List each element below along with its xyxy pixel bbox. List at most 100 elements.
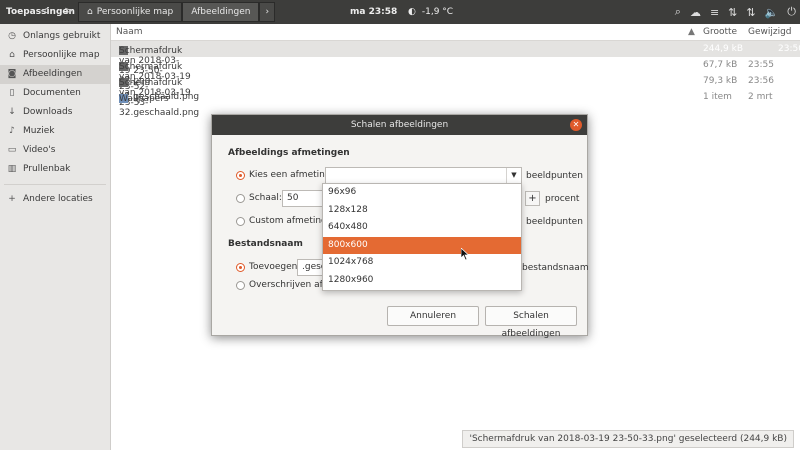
unit-pixels: beeldpunten xyxy=(526,217,583,227)
radio-overwrite[interactable] xyxy=(236,280,245,290)
sidebar-item-label: Video's xyxy=(23,145,56,155)
sidebar-item-label: Persoonlijke map xyxy=(23,50,100,60)
dropdown-option[interactable]: 96x96 xyxy=(323,184,521,202)
back-icon[interactable]: < xyxy=(40,4,49,17)
mouse-cursor-icon xyxy=(461,248,469,260)
sidebar-divider xyxy=(4,184,106,185)
unit-pixels: beeldpunten xyxy=(526,171,583,181)
table-row[interactable]: Schermafdruk van 2018-03-19 23-50-33.png… xyxy=(111,41,800,86)
sidebar-item-other-locations[interactable]: + Andere locaties xyxy=(0,190,110,209)
temperature: -1,9 °C xyxy=(421,7,454,17)
table-row[interactable]: Schermafdruk van 2018-03-19 23-53-32.ges… xyxy=(111,73,800,118)
option-label: Custom afmeting: xyxy=(249,216,330,226)
sidebar-item-label: Afbeeldingen xyxy=(23,69,83,79)
cloud-icon[interactable]: ☁ xyxy=(690,6,701,19)
sidebar: ◷ Onlangs gebruikt ⌂ Persoonlijke map ◙ … xyxy=(0,24,111,450)
option-label: Toevoegen xyxy=(249,262,298,272)
sidebar-item-home[interactable]: ⌂ Persoonlijke map xyxy=(0,46,110,65)
sidebar-item-recent[interactable]: ◷ Onlangs gebruikt xyxy=(0,27,110,46)
dropdown-option[interactable]: 1280x960 xyxy=(323,272,521,290)
breadcrumb-pictures-label: Afbeeldingen xyxy=(191,7,251,17)
file-modified: 23:55 xyxy=(748,60,774,70)
dropdown-option[interactable]: 640x480 xyxy=(323,219,521,237)
increase-button[interactable]: + xyxy=(525,191,540,206)
breadcrumb-home[interactable]: ⌂ Persoonlijke map xyxy=(78,2,183,22)
option-append[interactable]: Toevoegen xyxy=(236,262,297,272)
download-icon: ↓ xyxy=(8,107,16,117)
breadcrumb-home-label: Persoonlijke map xyxy=(96,7,174,17)
scale-images-button[interactable]: Schalen afbeeldingen xyxy=(485,306,577,339)
option-choose-size[interactable]: Kies een afmeting: xyxy=(236,170,334,180)
sidebar-item-label: Prullenbak xyxy=(23,164,71,174)
sort-icon[interactable]: ⇅ xyxy=(728,6,737,19)
file-modified: 23:50 xyxy=(778,44,800,54)
volume-icon[interactable]: 🔈 xyxy=(765,6,779,19)
search-icon[interactable]: ⌕ xyxy=(675,5,681,19)
sidebar-item-music[interactable]: ♪ Muziek xyxy=(0,122,110,141)
size-dropdown-list: 96x96 128x128 640x480 800x600 1024x768 1… xyxy=(322,183,522,291)
top-panel: Toepassingen ▼ < > ⌂ Persoonlijke map Af… xyxy=(0,0,800,24)
sidebar-item-trash[interactable]: ▥ Prullenbak xyxy=(0,160,110,179)
sidebar-item-label: Muziek xyxy=(23,126,55,136)
column-modified[interactable]: Gewijzigd xyxy=(748,27,792,37)
radio-choose-size[interactable] xyxy=(236,170,245,180)
home-icon: ⌂ xyxy=(9,50,15,60)
option-scale[interactable]: Schaal: xyxy=(236,193,282,203)
moon-icon: ◐ xyxy=(408,7,416,17)
breadcrumb: ⌂ Persoonlijke map Afbeeldingen › xyxy=(78,2,276,22)
append-filename-label: bestandsnaam xyxy=(522,263,589,273)
breadcrumb-next-icon[interactable]: › xyxy=(259,2,276,22)
breadcrumb-pictures[interactable]: Afbeeldingen xyxy=(182,2,260,22)
status-bar: 'Schermafdruk van 2018-03-19 23-50-33.pn… xyxy=(462,430,794,448)
file-size: 244,9 kB xyxy=(703,44,744,54)
sidebar-item-label: Andere locaties xyxy=(23,194,93,204)
system-tray: ⌕ ☁ ≡ ⇅ ⇅ 🔈 ⏻ xyxy=(675,0,796,24)
file-size: 79,3 kB xyxy=(703,76,738,86)
radio-scale[interactable] xyxy=(236,193,245,203)
append-suffix-input[interactable]: .gesch xyxy=(297,259,331,276)
chevron-down-icon: ▼ xyxy=(506,168,521,183)
file-size: 67,7 kB xyxy=(703,60,738,70)
network-icon[interactable]: ⇅ xyxy=(746,6,755,19)
option-label: Schaal: xyxy=(249,193,282,203)
camera-icon: ◙ xyxy=(7,69,17,79)
radio-custom-size[interactable] xyxy=(236,216,245,226)
cancel-button[interactable]: Annuleren xyxy=(387,306,479,326)
dropdown-option[interactable]: 128x128 xyxy=(323,202,521,220)
music-icon: ♪ xyxy=(9,126,15,136)
sidebar-item-videos[interactable]: ▭ Video's xyxy=(0,141,110,160)
option-label: Kies een afmeting: xyxy=(249,170,334,180)
dialog-titlebar: Schalen afbeeldingen ✕ xyxy=(212,115,587,135)
scale-input[interactable]: 50 xyxy=(282,190,324,207)
sidebar-item-documents[interactable]: ▯ Documenten xyxy=(0,84,110,103)
file-modified: 2 mrt xyxy=(748,92,773,102)
sidebar-item-label: Documenten xyxy=(23,88,81,98)
power-icon[interactable]: ⏻ xyxy=(787,5,796,19)
column-name[interactable]: Naam xyxy=(116,27,143,37)
dialog-title: Schalen afbeeldingen xyxy=(350,120,449,130)
sidebar-item-pictures[interactable]: ◙ Afbeeldingen xyxy=(0,65,110,84)
dropdown-option-highlighted[interactable]: 800x600 xyxy=(323,236,521,255)
file-size: 1 item xyxy=(703,92,732,102)
forward-icon[interactable]: > xyxy=(64,4,73,17)
clock-icon: ◷ xyxy=(8,31,16,41)
sidebar-item-label: Downloads xyxy=(23,107,73,117)
trash-icon: ▥ xyxy=(7,164,17,174)
sidebar-item-downloads[interactable]: ↓ Downloads xyxy=(0,103,110,122)
size-combobox[interactable]: ▼ xyxy=(325,167,522,184)
file-modified: 23:56 xyxy=(748,76,774,86)
unit-percent: procent xyxy=(545,194,580,204)
column-size[interactable]: Grootte xyxy=(703,27,737,37)
plus-icon: + xyxy=(8,194,16,204)
section-filename-title: Bestandsnaam xyxy=(228,239,303,249)
dropdown-option[interactable]: 1024x768 xyxy=(323,254,521,272)
sort-arrow-icon: ▲ xyxy=(688,27,695,37)
close-icon[interactable]: ✕ xyxy=(570,119,582,131)
table-row[interactable]: Wallpapers 1 item 2 mrt xyxy=(111,89,800,105)
radio-append[interactable] xyxy=(236,262,245,272)
table-row[interactable]: Schermafdruk van 2018-03-19 23-52-41.ges… xyxy=(111,57,800,102)
menu-icon[interactable]: ≡ xyxy=(710,6,719,19)
clock[interactable]: ma 23:58 xyxy=(350,0,397,24)
weather-indicator[interactable]: ◐ -1,9 °C xyxy=(408,0,453,24)
document-icon: ▯ xyxy=(9,88,15,98)
